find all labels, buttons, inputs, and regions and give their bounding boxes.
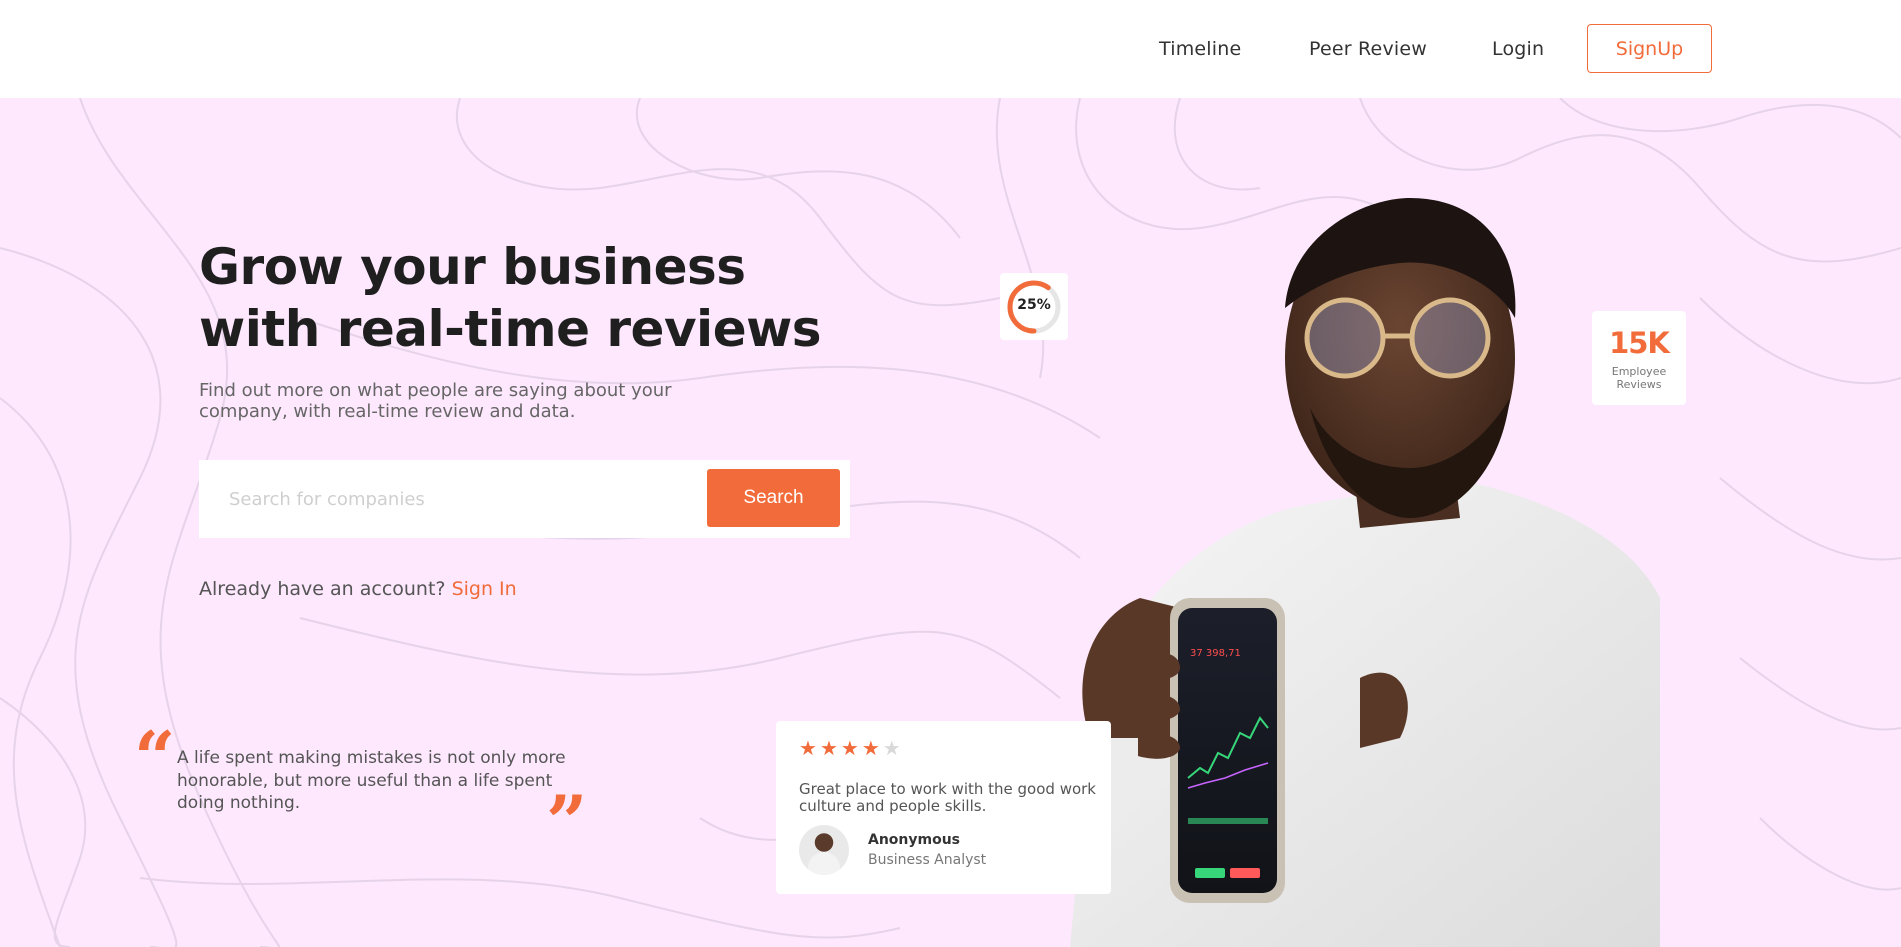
signup-button[interactable]: SignUp (1587, 24, 1712, 73)
testimonial-quote: A life spent making mistakes is not only… (177, 748, 566, 813)
star-icon: ★ (882, 738, 901, 760)
hero-section: Grow your business with real-time review… (0, 98, 1901, 947)
hero-subtext: Find out more on what people are saying … (199, 380, 672, 422)
svg-text:37 398,71: 37 398,71 (1190, 648, 1241, 659)
person-holding-phone-image: 37 398,71 (1070, 198, 1660, 947)
reviewer-role: Business Analyst (868, 852, 987, 868)
nav-timeline-link[interactable]: Timeline (1159, 38, 1241, 60)
company-search-input[interactable] (199, 460, 699, 538)
company-search-form: Search (199, 460, 850, 538)
quote-open-icon: “ (134, 715, 176, 800)
account-prompt-text: Already have an account? (199, 578, 446, 600)
star-icon: ★ (819, 738, 838, 760)
star-icon: ★ (840, 738, 859, 760)
progress-badge: 25% (1000, 273, 1068, 340)
star-icon: ★ (799, 738, 817, 760)
signin-link[interactable]: Sign In (452, 578, 517, 600)
nav-login-link[interactable]: Login (1492, 38, 1544, 60)
review-text: Great place to work with the good work c… (799, 780, 1096, 815)
rating-stars: ★ ★ ★ ★ ★ (799, 739, 901, 759)
stat-label: Employee Reviews (1611, 365, 1667, 391)
stat-value: 15K (1609, 326, 1670, 360)
quote-close-icon: ” (546, 779, 588, 864)
employee-reviews-badge: 15K Employee Reviews (1592, 311, 1686, 405)
account-prompt: Already have an account? Sign In (199, 578, 517, 600)
search-button[interactable]: Search (707, 469, 840, 527)
star-icon: ★ (861, 738, 880, 760)
review-card: ★ ★ ★ ★ ★ Great place to work with the good … (776, 721, 1111, 894)
site-header: Timeline Peer Review Login SignUp (0, 0, 1901, 98)
reviewer-name: Anonymous (868, 832, 961, 848)
hero-headline: Grow your business with real-time review… (199, 238, 822, 358)
avatar (799, 825, 849, 875)
nav-peer-review-link[interactable]: Peer Review (1309, 38, 1427, 60)
progress-label: 25% (1017, 297, 1051, 313)
